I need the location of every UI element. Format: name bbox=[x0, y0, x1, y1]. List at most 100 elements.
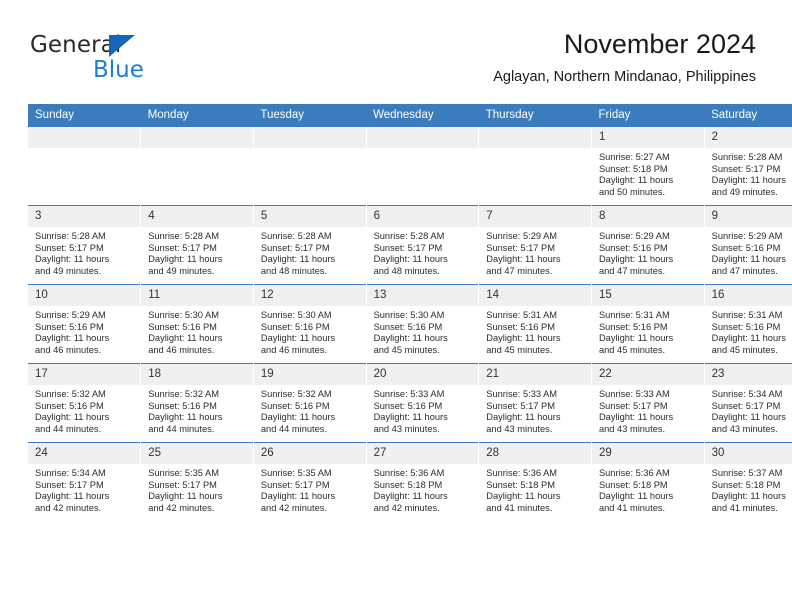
daylight-text-line1: Daylight: 11 hours bbox=[148, 412, 223, 423]
day-number: 7 bbox=[479, 206, 591, 227]
sunrise-text: Sunrise: 5:33 AM bbox=[598, 389, 670, 399]
calendar-day-cell[interactable]: 14 Sunrise: 5:31 AM Sunset: 5:16 PM Dayligh… bbox=[478, 284, 592, 364]
sunrise-text: Sunrise: 5:30 AM bbox=[148, 310, 219, 320]
daylight-text-line1: Daylight: 11 hours bbox=[148, 254, 223, 265]
day-number: 27 bbox=[367, 443, 479, 464]
daylight-text-line2: and 41 minutes. bbox=[486, 502, 553, 513]
day-number: 29 bbox=[592, 443, 704, 464]
day-number: 19 bbox=[254, 364, 366, 385]
calendar-day-cell[interactable]: 5 Sunrise: 5:28 AM Sunset: 5:17 PM Daylight… bbox=[252, 205, 367, 285]
day-details: Sunrise: 5:30 AM Sunset: 5:16 PM Daylight:… bbox=[254, 306, 365, 356]
day-details: Sunrise: 5:28 AM Sunset: 5:17 PM Daylight:… bbox=[28, 227, 140, 277]
page-title: November 2024 bbox=[563, 29, 756, 59]
calendar-day-cell[interactable]: 15 Sunrise: 5:31 AM Sunset: 5:16 PM Dayligh… bbox=[590, 284, 705, 364]
sunset-text: Sunset: 5:18 PM bbox=[598, 479, 668, 490]
daylight-text-line1: Daylight: 11 hours bbox=[711, 491, 786, 502]
calendar-day-cell[interactable]: 18 Sunrise: 5:32 AM Sunset: 5:16 PM Dayligh… bbox=[140, 363, 254, 443]
calendar-day-cell[interactable]: 24 Sunrise: 5:34 AM Sunset: 5:17 PM Dayligh… bbox=[28, 442, 141, 521]
calendar-day-cell[interactable]: 25 Sunrise: 5:35 AM Sunset: 5:17 PM Dayligh… bbox=[140, 442, 254, 521]
day-number: 1 bbox=[592, 127, 704, 148]
calendar-day-cell[interactable]: 8 Sunrise: 5:29 AM Sunset: 5:16 PM Daylight… bbox=[590, 205, 705, 285]
day-number: 10 bbox=[28, 285, 141, 306]
calendar-day-cell[interactable]: 9 Sunrise: 5:29 AM Sunset: 5:16 PM Daylight… bbox=[703, 205, 792, 285]
calendar-day-cell[interactable]: 13 Sunrise: 5:30 AM Sunset: 5:16 PM Dayligh… bbox=[365, 284, 479, 364]
sunset-text: Sunset: 5:16 PM bbox=[148, 321, 217, 332]
daylight-text-line2: and 43 minutes. bbox=[486, 423, 553, 434]
daylight-text-line2: and 49 minutes. bbox=[35, 265, 102, 276]
day-details: Sunrise: 5:31 AM Sunset: 5:16 PM Daylight:… bbox=[480, 306, 591, 356]
daylight-text-line2: and 43 minutes. bbox=[373, 423, 440, 434]
day-number: 30 bbox=[705, 443, 792, 464]
daylight-text-line1: Daylight: 11 hours bbox=[260, 254, 336, 265]
sunset-text: Sunset: 5:16 PM bbox=[486, 321, 555, 332]
sunrise-text: Sunrise: 5:33 AM bbox=[486, 389, 558, 399]
calendar-page: General Blue November 2024 Aglayan, Nort… bbox=[0, 0, 792, 612]
day-details: Sunrise: 5:29 AM Sunset: 5:16 PM Daylight:… bbox=[705, 227, 792, 277]
calendar-day-cell[interactable]: 3 Sunrise: 5:28 AM Sunset: 5:17 PM Daylight… bbox=[28, 205, 141, 285]
logo-text-blue: Blue bbox=[93, 57, 144, 83]
sunrise-text: Sunrise: 5:32 AM bbox=[148, 389, 219, 399]
daylight-text-line1: Daylight: 11 hours bbox=[486, 491, 561, 502]
sunset-text: Sunset: 5:16 PM bbox=[260, 321, 330, 332]
calendar-day-cell[interactable]: 19 Sunrise: 5:32 AM Sunset: 5:16 PM Dayligh… bbox=[252, 363, 367, 443]
sunset-text: Sunset: 5:17 PM bbox=[35, 479, 104, 490]
daylight-text-line1: Daylight: 11 hours bbox=[373, 254, 448, 265]
calendar-day-cell[interactable]: 29 Sunrise: 5:36 AM Sunset: 5:18 PM Dayligh… bbox=[590, 442, 705, 521]
calendar-day-cell[interactable]: 1 Sunrise: 5:27 AM Sunset: 5:18 PM Daylight… bbox=[590, 126, 705, 206]
daylight-text-line1: Daylight: 11 hours bbox=[486, 254, 561, 265]
daylight-text-line2: and 44 minutes. bbox=[35, 423, 102, 434]
sunset-text: Sunset: 5:16 PM bbox=[260, 400, 330, 411]
sunset-text: Sunset: 5:16 PM bbox=[598, 321, 668, 332]
daylight-text-line2: and 41 minutes. bbox=[711, 502, 778, 513]
day-number: 8 bbox=[592, 206, 704, 227]
calendar-day-cell[interactable]: 16 Sunrise: 5:31 AM Sunset: 5:16 PM Dayligh… bbox=[703, 284, 792, 364]
day-details: Sunrise: 5:36 AM Sunset: 5:18 PM Daylight:… bbox=[367, 464, 478, 514]
sunrise-text: Sunrise: 5:28 AM bbox=[148, 231, 219, 241]
calendar-day-cell[interactable]: 4 Sunrise: 5:28 AM Sunset: 5:17 PM Daylight… bbox=[140, 205, 254, 285]
calendar-day-cell[interactable]: 27 Sunrise: 5:36 AM Sunset: 5:18 PM Dayligh… bbox=[365, 442, 479, 521]
sunset-text: Sunset: 5:17 PM bbox=[373, 242, 443, 253]
sunrise-text: Sunrise: 5:28 AM bbox=[35, 231, 106, 241]
calendar-day-cell[interactable]: 30 Sunrise: 5:37 AM Sunset: 5:18 PM Dayligh… bbox=[703, 442, 792, 521]
sunset-text: Sunset: 5:18 PM bbox=[598, 163, 668, 174]
day-number: 25 bbox=[141, 443, 253, 464]
sunrise-text: Sunrise: 5:29 AM bbox=[486, 231, 558, 241]
day-details: Sunrise: 5:34 AM Sunset: 5:17 PM Daylight:… bbox=[28, 464, 140, 514]
calendar-day-cell[interactable]: 28 Sunrise: 5:36 AM Sunset: 5:18 PM Dayligh… bbox=[478, 442, 592, 521]
calendar-cell-empty bbox=[365, 126, 479, 206]
daylight-text-line2: and 45 minutes. bbox=[373, 344, 440, 355]
generalblue-logo[interactable]: General Blue bbox=[30, 32, 230, 88]
sunrise-text: Sunrise: 5:34 AM bbox=[711, 389, 783, 399]
day-details: Sunrise: 5:36 AM Sunset: 5:18 PM Daylight:… bbox=[592, 464, 703, 514]
day-details: Sunrise: 5:29 AM Sunset: 5:16 PM Daylight:… bbox=[592, 227, 703, 277]
sunrise-text: Sunrise: 5:30 AM bbox=[260, 310, 332, 320]
calendar-day-cell[interactable]: 12 Sunrise: 5:30 AM Sunset: 5:16 PM Dayligh… bbox=[252, 284, 367, 364]
day-number-placeholder bbox=[367, 127, 479, 148]
calendar-day-cell[interactable]: 11 Sunrise: 5:30 AM Sunset: 5:16 PM Dayligh… bbox=[140, 284, 254, 364]
calendar-day-cell[interactable]: 20 Sunrise: 5:33 AM Sunset: 5:16 PM Dayligh… bbox=[365, 363, 479, 443]
calendar-day-cell[interactable]: 26 Sunrise: 5:35 AM Sunset: 5:17 PM Dayligh… bbox=[252, 442, 367, 521]
logo-text-general: General bbox=[30, 32, 122, 58]
calendar-cell-empty bbox=[252, 126, 367, 206]
calendar-day-cell[interactable]: 10 Sunrise: 5:29 AM Sunset: 5:16 PM Dayligh… bbox=[28, 284, 141, 364]
sunrise-text: Sunrise: 5:36 AM bbox=[373, 468, 445, 478]
logo-triangle-icon bbox=[109, 35, 135, 57]
sunrise-text: Sunrise: 5:27 AM bbox=[598, 152, 670, 162]
calendar-day-cell[interactable]: 22 Sunrise: 5:33 AM Sunset: 5:17 PM Dayligh… bbox=[590, 363, 705, 443]
sunrise-text: Sunrise: 5:29 AM bbox=[598, 231, 670, 241]
weekday-header-monday: Monday bbox=[140, 104, 254, 127]
calendar-day-cell[interactable]: 7 Sunrise: 5:29 AM Sunset: 5:17 PM Daylight… bbox=[478, 205, 592, 285]
day-details: Sunrise: 5:32 AM Sunset: 5:16 PM Daylight:… bbox=[28, 385, 140, 435]
day-number: 23 bbox=[705, 364, 792, 385]
calendar-day-cell[interactable]: 2 Sunrise: 5:28 AM Sunset: 5:17 PM Daylight… bbox=[703, 126, 792, 206]
calendar-day-cell[interactable]: 23 Sunrise: 5:34 AM Sunset: 5:17 PM Dayligh… bbox=[703, 363, 792, 443]
daylight-text-line1: Daylight: 11 hours bbox=[486, 333, 561, 344]
day-number: 13 bbox=[367, 285, 479, 306]
calendar-day-cell[interactable]: 6 Sunrise: 5:28 AM Sunset: 5:17 PM Daylight… bbox=[365, 205, 479, 285]
calendar-day-cell[interactable]: 17 Sunrise: 5:32 AM Sunset: 5:16 PM Dayligh… bbox=[28, 363, 141, 443]
daylight-text-line2: and 47 minutes. bbox=[598, 265, 666, 276]
day-number: 26 bbox=[254, 443, 366, 464]
calendar-day-cell[interactable]: 21 Sunrise: 5:33 AM Sunset: 5:17 PM Dayligh… bbox=[478, 363, 592, 443]
sunrise-text: Sunrise: 5:30 AM bbox=[373, 310, 445, 320]
day-details: Sunrise: 5:35 AM Sunset: 5:17 PM Daylight:… bbox=[142, 464, 253, 514]
